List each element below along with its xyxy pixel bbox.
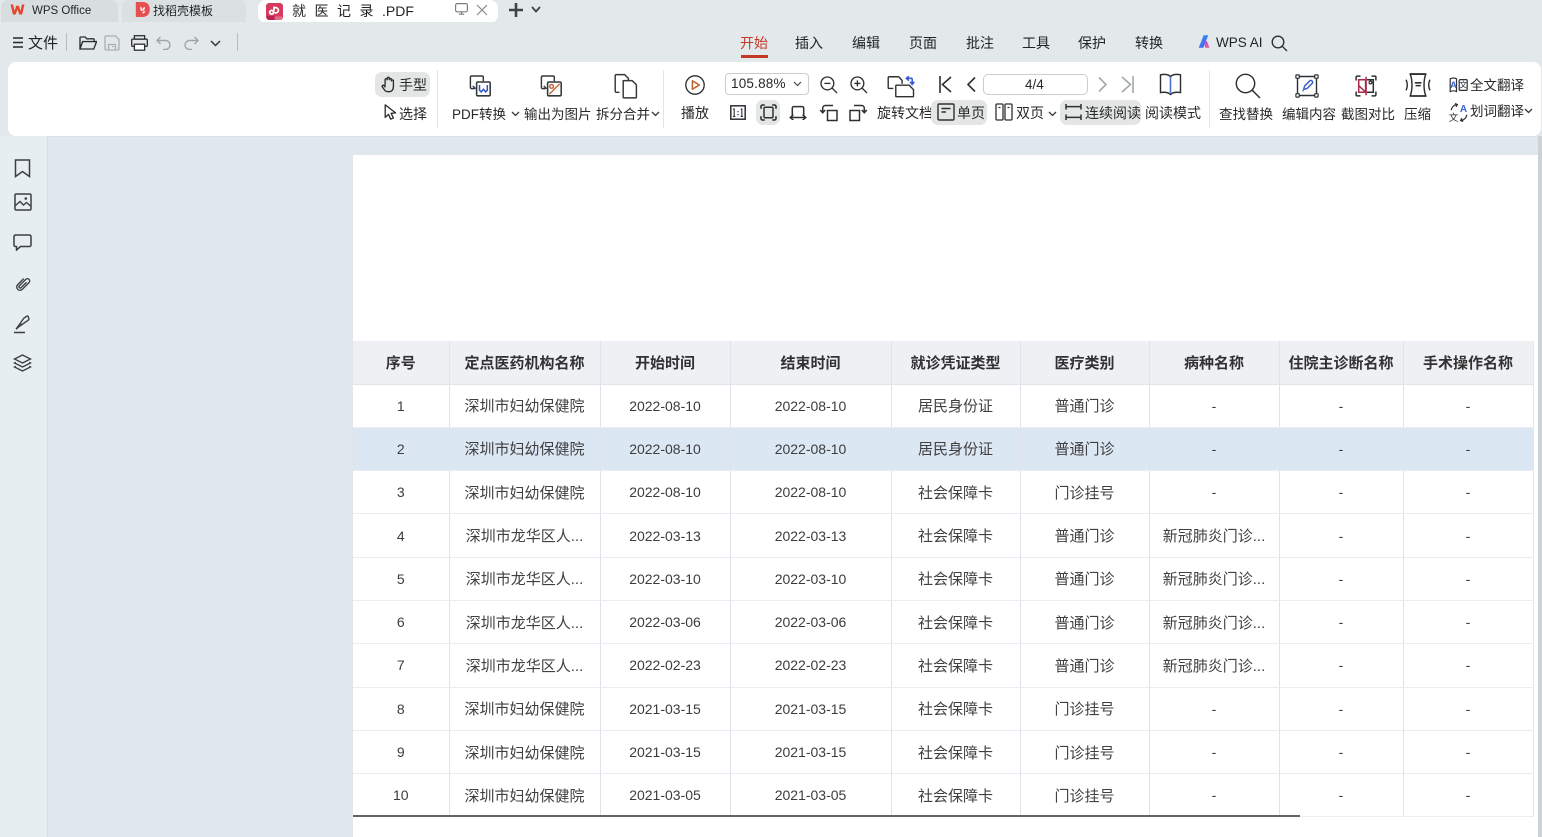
svg-text:文: 文	[1449, 110, 1459, 122]
svg-text:A: A	[1460, 104, 1467, 115]
svg-text:A: A	[1450, 80, 1457, 91]
svg-text:文: 文	[1459, 79, 1467, 90]
